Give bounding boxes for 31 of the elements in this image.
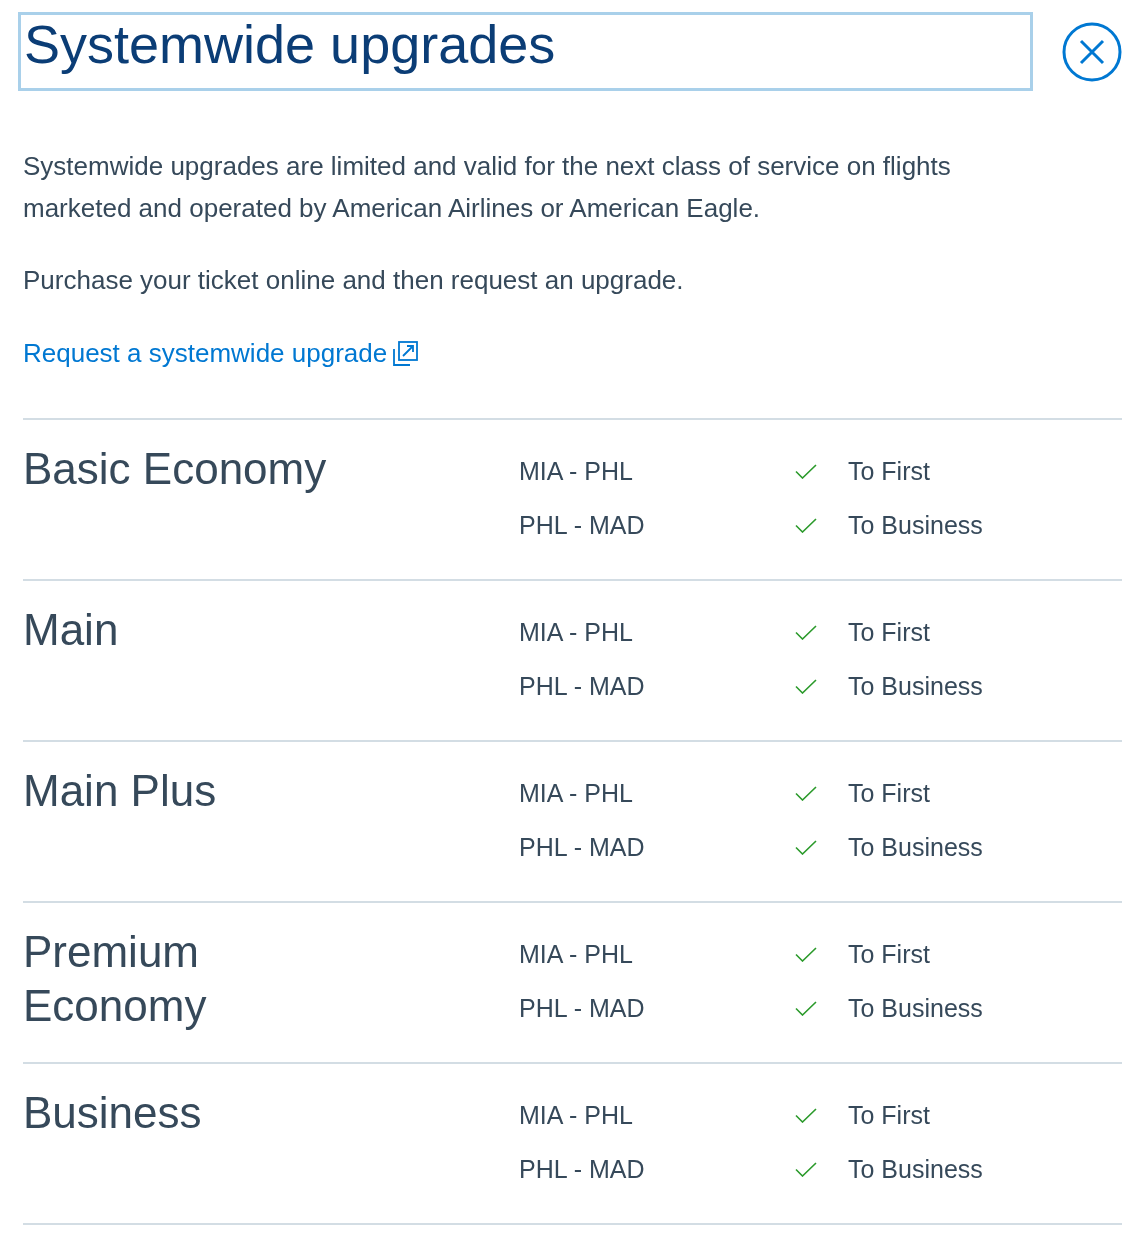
- upgrade-text: To First: [848, 778, 930, 809]
- upgrade-text: To Business: [848, 832, 983, 863]
- route-text: PHL - MAD: [519, 1154, 645, 1185]
- route-text: PHL - MAD: [519, 671, 645, 702]
- close-icon[interactable]: [1062, 21, 1122, 82]
- upgrade-text: To First: [848, 456, 930, 487]
- route-text: PHL - MAD: [519, 832, 645, 863]
- fare-class-name: Main: [23, 604, 120, 656]
- fare-class-name: Business: [23, 1087, 203, 1139]
- request-upgrade-link[interactable]: Request a systemwide upgrade: [23, 332, 420, 374]
- route-text: MIA - PHL: [519, 456, 633, 487]
- external-link-icon: [392, 339, 420, 367]
- fare-class-name: Basic Economy: [23, 443, 328, 495]
- description-text: Purchase your ticket online and then request an upgrade.: [23, 264, 685, 297]
- upgrade-text: To Business: [848, 993, 983, 1024]
- upgrade-text: To Business: [848, 1154, 983, 1185]
- dialog-title: Systemwide upgrades: [18, 12, 1033, 91]
- upgrade-text: To Business: [848, 671, 983, 702]
- route-text: MIA - PHL: [519, 1100, 633, 1131]
- route-text: MIA - PHL: [519, 617, 633, 648]
- route-text: PHL - MAD: [519, 993, 645, 1024]
- route-text: MIA - PHL: [519, 778, 633, 809]
- description-text: Systemwide upgrades are limited and valid for the next class of service on flights marketed and operated by American Airlines or American Eagle.: [23, 150, 952, 225]
- route-text: PHL - MAD: [519, 510, 645, 541]
- upgrade-text: To Business: [848, 510, 983, 541]
- fare-class-name: Main Plus: [23, 765, 218, 817]
- upgrade-text: To First: [848, 617, 930, 648]
- upgrade-text: To First: [848, 939, 930, 970]
- route-text: MIA - PHL: [519, 939, 633, 970]
- upgrade-text: To First: [848, 1100, 930, 1131]
- fare-class-name: Premium Economy: [23, 926, 208, 1032]
